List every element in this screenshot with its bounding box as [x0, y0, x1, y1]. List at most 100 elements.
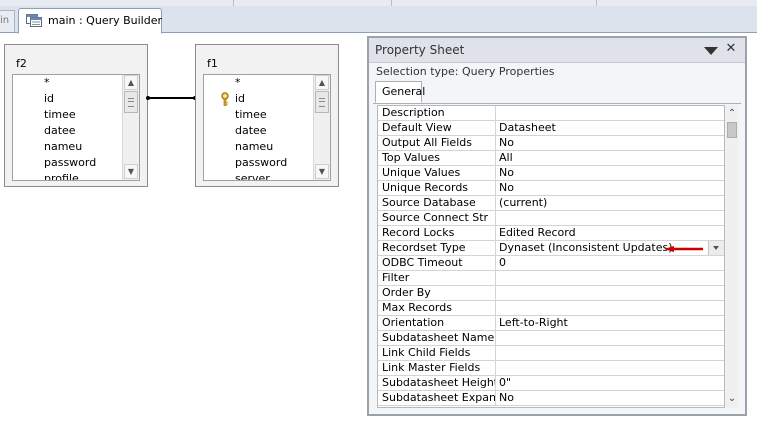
value-dropdown-button[interactable] [708, 241, 724, 255]
property-name: Max Records [378, 301, 496, 315]
property-row[interactable]: Top Values All [378, 151, 724, 166]
property-row[interactable]: Output All Fields No [378, 136, 724, 151]
property-row[interactable]: ODBC Timeout 0 [378, 256, 724, 271]
property-row[interactable]: Max Records [378, 301, 724, 316]
property-name: Subdatasheet Expand [378, 391, 496, 405]
property-name: Subdatasheet Height [378, 376, 496, 390]
field-list: * id timee datee nameu password profile … [12, 74, 140, 181]
property-row[interactable]: Record Locks Edited Record [378, 226, 724, 241]
pane-menu-dropdown-icon[interactable] [704, 47, 718, 55]
field-list: * id timee datee nameu password server ▲… [203, 74, 331, 181]
table-box-f1[interactable]: f1 * id timee datee nameu password serve… [195, 44, 339, 187]
chevron-down-icon[interactable]: ⌄ [725, 392, 739, 406]
property-value[interactable] [496, 301, 724, 315]
property-value[interactable] [496, 361, 724, 375]
field-item[interactable]: * [235, 75, 241, 91]
property-name: Subdatasheet Name [378, 331, 496, 345]
property-sheet-title: Property Sheet [375, 43, 465, 57]
property-name: Recordset Type [378, 241, 496, 255]
table-box-f2[interactable]: f2 * id timee datee nameu password profi… [4, 44, 148, 187]
chevron-up-icon[interactable]: ⌃ [725, 107, 739, 121]
field-item[interactable]: datee [235, 123, 267, 139]
property-grid-scrollbar[interactable]: ⌃ ⌄ [725, 105, 739, 408]
property-name: Link Child Fields [378, 346, 496, 360]
property-sheet-header: Property Sheet ✕ [369, 38, 745, 63]
property-value[interactable] [496, 106, 724, 120]
scroll-down-icon[interactable]: ▼ [124, 164, 138, 179]
property-row[interactable]: Source Connect Str [378, 211, 724, 226]
property-value[interactable]: 0" [496, 376, 724, 390]
field-item[interactable]: nameu [235, 139, 273, 155]
property-value[interactable]: No [496, 391, 724, 405]
field-item[interactable]: server [235, 171, 270, 180]
field-item[interactable]: password [44, 155, 96, 171]
property-name: ODBC Timeout [378, 256, 496, 270]
property-name: Description [378, 106, 496, 120]
property-value[interactable] [496, 346, 724, 360]
property-row[interactable]: Filter [378, 271, 724, 286]
property-row[interactable]: Default View Datasheet [378, 121, 724, 136]
property-value[interactable] [496, 271, 724, 285]
property-name: Record Locks [378, 226, 496, 240]
property-row-recordset-type[interactable]: Recordset Type Dynaset (Inconsistent Upd… [378, 241, 724, 256]
property-value[interactable]: 0 [496, 256, 724, 270]
property-name: Unique Records [378, 181, 496, 195]
property-row[interactable]: Order By [378, 286, 724, 301]
property-row[interactable]: Source Database (current) [378, 196, 724, 211]
scroll-down-icon[interactable]: ▼ [315, 164, 329, 179]
property-row[interactable]: Description [378, 106, 724, 121]
property-name: Source Database [378, 196, 496, 210]
scroll-thumb[interactable] [727, 122, 737, 138]
field-item[interactable]: * [44, 75, 50, 91]
property-name: Orientation [378, 316, 496, 330]
property-value[interactable]: Datasheet [496, 121, 724, 135]
property-value[interactable]: (current) [496, 196, 724, 210]
scroll-thumb[interactable] [315, 91, 329, 113]
scroll-up-icon[interactable]: ▲ [124, 75, 138, 90]
table-title: f1 [207, 57, 218, 70]
property-row[interactable]: Unique Values No [378, 166, 724, 181]
field-item[interactable]: id [235, 91, 245, 107]
property-value[interactable] [496, 286, 724, 300]
primary-key-icon [221, 92, 229, 106]
field-item[interactable]: nameu [44, 139, 82, 155]
property-name: Default View [378, 121, 496, 135]
field-list-scrollbar[interactable]: ▲ ▼ [313, 75, 330, 180]
property-row[interactable]: Subdatasheet Expand No [378, 391, 724, 406]
field-item[interactable]: password [235, 155, 287, 171]
document-tab-bar: in main : Query Builder [0, 6, 757, 34]
selection-type-label: Selection type: [376, 65, 459, 78]
property-value[interactable]: Left-to-Right [496, 316, 724, 330]
field-item[interactable]: datee [44, 123, 76, 139]
tab-general[interactable]: General [375, 81, 425, 103]
field-item[interactable]: timee [235, 107, 267, 123]
property-row[interactable]: Subdatasheet Name [378, 331, 724, 346]
selection-type: Selection type: Query Properties [376, 65, 555, 78]
tab-previous[interactable]: in [0, 10, 15, 32]
scroll-up-icon[interactable]: ▲ [315, 75, 329, 90]
field-item[interactable]: id [44, 91, 54, 107]
property-row[interactable]: Unique Records No [378, 181, 724, 196]
tab-previous-label: in [0, 15, 10, 26]
property-name: Output All Fields [378, 136, 496, 150]
property-value[interactable]: No [496, 181, 724, 195]
property-row[interactable]: Link Master Fields [378, 361, 724, 376]
property-name: Order By [378, 286, 496, 300]
property-value[interactable] [496, 331, 724, 345]
property-value[interactable] [496, 211, 724, 225]
property-value[interactable]: No [496, 136, 724, 150]
property-row[interactable]: Orientation Left-to-Right [378, 316, 724, 331]
tab-query-builder[interactable]: main : Query Builder [18, 8, 162, 34]
field-item[interactable]: profile [44, 171, 79, 180]
close-icon[interactable]: ✕ [724, 41, 738, 57]
property-value[interactable]: No [496, 166, 724, 180]
scroll-thumb[interactable] [124, 91, 138, 113]
property-sheet-tabs: General [373, 79, 741, 105]
property-value[interactable]: Edited Record [496, 226, 724, 240]
property-row[interactable]: Link Child Fields [378, 346, 724, 361]
property-row[interactable]: Subdatasheet Height 0" [378, 376, 724, 391]
property-value[interactable]: All [496, 151, 724, 165]
relationship-join-line[interactable] [147, 97, 196, 99]
field-list-scrollbar[interactable]: ▲ ▼ [122, 75, 139, 180]
field-item[interactable]: timee [44, 107, 76, 123]
